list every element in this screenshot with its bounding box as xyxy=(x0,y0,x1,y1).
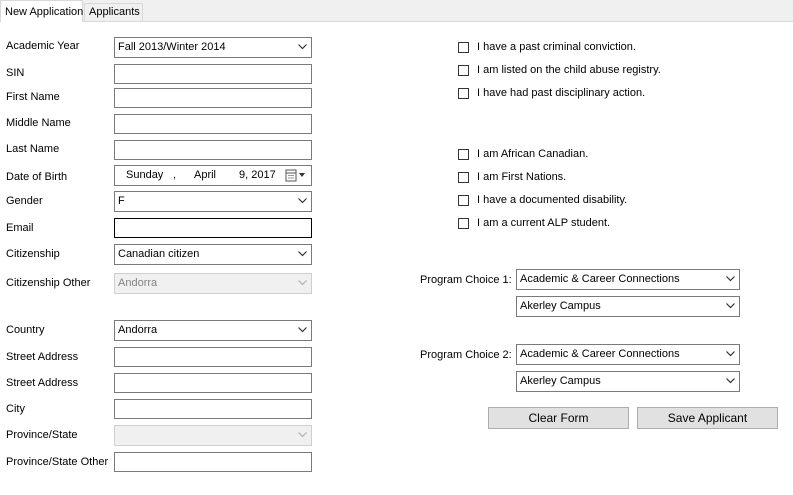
program-choice-1-select[interactable]: Academic & Career Connections xyxy=(516,269,740,290)
province-state-other-label: Province/State Other xyxy=(6,456,109,468)
dob-weekday: Sunday xyxy=(126,169,164,181)
checkbox-box[interactable] xyxy=(458,194,469,206)
checkbox-label: I am First Nations. xyxy=(477,171,567,183)
chevron-down-icon xyxy=(726,276,735,282)
checkbox-box[interactable] xyxy=(458,217,469,229)
chevron-down-icon xyxy=(726,378,735,384)
sin-input[interactable] xyxy=(114,64,312,84)
chevron-down-icon xyxy=(298,198,307,204)
last-name-input[interactable] xyxy=(114,140,312,160)
chevron-down-icon xyxy=(298,432,307,438)
checkbox-label: I have had past disciplinary action. xyxy=(477,87,646,99)
citizenship-label: Citizenship xyxy=(6,248,60,260)
city-input[interactable] xyxy=(114,399,312,419)
gender-value: F xyxy=(118,195,125,207)
abuse-registry-checkbox[interactable]: I am listed on the child abuse registry. xyxy=(458,64,661,76)
citizenship-other-value: Andorra xyxy=(118,277,158,289)
citizenship-value: Canadian citizen xyxy=(118,248,200,260)
middle-name-label: Middle Name xyxy=(6,117,71,129)
criminal-conviction-checkbox[interactable]: I have a past criminal conviction. xyxy=(458,41,636,53)
country-value: Andorra xyxy=(118,324,158,336)
african-canadian-checkbox[interactable]: I am African Canadian. xyxy=(458,148,588,160)
middle-name-input[interactable] xyxy=(114,114,312,134)
first-nations-checkbox[interactable]: I am First Nations. xyxy=(458,171,566,183)
academic-year-value: Fall 2013/Winter 2014 xyxy=(118,41,226,53)
last-name-label: Last Name xyxy=(6,143,60,155)
disciplinary-action-checkbox[interactable]: I have had past disciplinary action. xyxy=(458,87,645,99)
province-state-label: Province/State xyxy=(6,429,78,441)
gender-label: Gender xyxy=(6,195,43,207)
checkbox-label: I am African Canadian. xyxy=(477,148,589,160)
country-label: Country xyxy=(6,324,45,336)
program-choice-2-value: Academic & Career Connections xyxy=(520,348,680,360)
chevron-down-icon xyxy=(726,303,735,309)
chevron-down-icon xyxy=(298,327,307,333)
current-alp-student-checkbox[interactable]: I am a current ALP student. xyxy=(458,217,610,229)
tab-strip-divider xyxy=(0,21,793,22)
academic-year-label: Academic Year xyxy=(6,40,80,52)
street-address-2-label: Street Address xyxy=(6,377,79,389)
street-address-2-input[interactable] xyxy=(114,373,312,393)
gender-select[interactable]: F xyxy=(114,191,312,212)
checkbox-label: I have a past criminal conviction. xyxy=(477,41,636,53)
tab-applicants[interactable]: Applicants xyxy=(84,3,143,21)
program-choice-2-label: Program Choice 2: xyxy=(420,349,512,361)
checkbox-label: I have a documented disability. xyxy=(477,194,628,206)
street-address-1-label: Street Address xyxy=(6,351,79,363)
chevron-down-icon xyxy=(298,44,307,50)
checkbox-box[interactable] xyxy=(458,87,469,99)
citizenship-other-select: Andorra xyxy=(114,273,312,294)
dob-day-year: 9, 2017 xyxy=(239,169,276,181)
calendar-icon[interactable] xyxy=(285,169,307,182)
clear-form-button[interactable]: Clear Form xyxy=(488,407,629,429)
first-name-input[interactable] xyxy=(114,88,312,108)
date-of-birth-picker[interactable]: Sunday , April 9, 2017 xyxy=(114,165,312,186)
city-label: City xyxy=(6,403,25,415)
first-name-label: First Name xyxy=(6,91,60,103)
chevron-down-icon xyxy=(298,251,307,257)
save-applicant-button[interactable]: Save Applicant xyxy=(637,407,778,429)
chevron-down-icon xyxy=(298,280,307,286)
campus-choice-1-select[interactable]: Akerley Campus xyxy=(516,296,740,317)
tab-strip: New Application Applicants xyxy=(0,0,793,22)
street-address-1-input[interactable] xyxy=(114,347,312,367)
checkbox-label: I am a current ALP student. xyxy=(477,217,611,229)
academic-year-select[interactable]: Fall 2013/Winter 2014 xyxy=(114,37,312,58)
checkbox-box[interactable] xyxy=(458,41,469,53)
province-state-select xyxy=(114,425,312,446)
date-of-birth-label: Date of Birth xyxy=(6,171,68,183)
documented-disability-checkbox[interactable]: I have a documented disability. xyxy=(458,194,627,206)
campus-choice-2-select[interactable]: Akerley Campus xyxy=(516,371,740,392)
chevron-down-icon xyxy=(726,351,735,357)
dob-month: April xyxy=(194,169,217,181)
email-label: Email xyxy=(6,222,34,234)
citizenship-other-label: Citizenship Other xyxy=(6,277,91,289)
checkbox-box[interactable] xyxy=(458,148,469,160)
dob-separator: , xyxy=(173,169,177,181)
program-choice-1-label: Program Choice 1: xyxy=(420,274,512,286)
citizenship-select[interactable]: Canadian citizen xyxy=(114,244,312,265)
checkbox-box[interactable] xyxy=(458,171,469,183)
checkbox-box[interactable] xyxy=(458,64,469,76)
tab-new-application[interactable]: New Application xyxy=(0,0,83,22)
campus-choice-2-value: Akerley Campus xyxy=(520,375,601,387)
province-state-other-input[interactable] xyxy=(114,452,312,472)
program-choice-2-select[interactable]: Academic & Career Connections xyxy=(516,344,740,365)
country-select[interactable]: Andorra xyxy=(114,320,312,341)
checkbox-label: I am listed on the child abuse registry. xyxy=(477,64,661,76)
program-choice-1-value: Academic & Career Connections xyxy=(520,273,680,285)
email-input[interactable] xyxy=(114,218,312,238)
campus-choice-1-value: Akerley Campus xyxy=(520,300,601,312)
sin-label: SIN xyxy=(6,67,25,79)
